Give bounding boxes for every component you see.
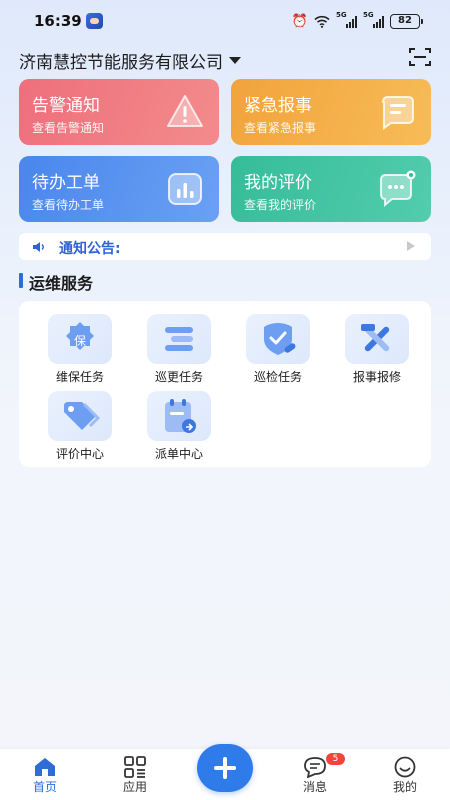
service-label: 巡检任务: [253, 370, 302, 384]
maintenance-icon-text: 保: [74, 334, 86, 348]
company-name: 济南慧控节能服务有限公司: [19, 53, 223, 73]
urgent-report-card[interactable]: 紧急报事 查看紧急报事: [231, 79, 431, 145]
battery-indicator: 82: [390, 13, 423, 29]
nav-label: 首页: [32, 780, 57, 794]
card-subtitle: 查看我的评价: [244, 198, 317, 212]
card-subtitle: 查看告警通知: [32, 121, 105, 135]
app-notification-icon: [86, 13, 103, 29]
service-panel: 保 维保任务 巡更任务 巡检任务 报事报修 评价中心 派单中心: [19, 301, 431, 467]
network-type-label: 5G: [336, 10, 347, 19]
add-button[interactable]: [197, 744, 253, 792]
status-bar: 16:39 ⏰ 5G 5G 82: [0, 0, 450, 40]
message-badge: 5: [326, 753, 345, 765]
todo-workorder-card[interactable]: 待办工单 查看待办工单: [19, 156, 219, 222]
service-label: 报事报修: [352, 370, 401, 384]
scan-icon[interactable]: [408, 46, 432, 68]
card-subtitle: 查看待办工单: [32, 198, 105, 212]
patrol-icon: [165, 327, 193, 351]
notice-bar[interactable]: 通知公告:: [19, 233, 431, 260]
inspection-icon: [264, 323, 296, 355]
apps-icon: [124, 756, 146, 778]
dispatch-icon: [165, 399, 196, 433]
alert-icon: [167, 95, 203, 127]
alarm-notice-card[interactable]: 告警通知 查看告警通知: [19, 79, 219, 145]
service-patrol[interactable]: 巡更任务: [139, 306, 219, 384]
service-label: 派单中心: [154, 447, 203, 461]
signal-icon-1: 5G: [336, 11, 357, 28]
notice-label: 通知公告:: [59, 241, 121, 257]
card-title: 我的评价: [244, 173, 312, 193]
network-type-label: 5G: [363, 10, 374, 19]
card-subtitle: 查看紧急报事: [244, 121, 317, 135]
nav-apps[interactable]: 应用: [105, 749, 165, 800]
maintenance-icon: 保: [66, 322, 94, 350]
card-title: 待办工单: [32, 173, 100, 193]
service-dispatch-center[interactable]: 派单中心: [139, 383, 219, 461]
chart-icon: [168, 173, 202, 205]
section-marker: [19, 273, 23, 288]
signal-icon-2: 5G: [363, 11, 384, 28]
system-icons: ⏰ 5G 5G 82: [291, 11, 423, 30]
card-title: 告警通知: [32, 96, 100, 116]
speaker-icon: [33, 242, 44, 252]
wifi-icon: [314, 15, 330, 28]
company-selector[interactable]: 济南慧控节能服务有限公司: [19, 48, 241, 73]
nav-label: 我的: [392, 780, 417, 794]
alarm-icon: ⏰: [291, 13, 308, 29]
tag-icon: [64, 402, 101, 430]
nav-profile[interactable]: 我的: [375, 749, 435, 800]
nav-label: 消息: [302, 780, 327, 794]
service-rating-center[interactable]: 评价中心: [40, 383, 120, 461]
my-rating-card[interactable]: 我的评价 查看我的评价: [231, 156, 431, 222]
section-title: 运维服务: [29, 274, 94, 293]
clock: 16:39: [34, 12, 82, 30]
service-inspection[interactable]: 巡检任务: [238, 306, 318, 384]
service-repair[interactable]: 报事报修: [337, 306, 417, 384]
caret-down-icon: [229, 57, 241, 64]
service-maintenance[interactable]: 保 维保任务: [40, 306, 120, 384]
header: 济南慧控节能服务有限公司: [0, 44, 450, 74]
nav-label: 应用: [122, 780, 147, 794]
nav-home[interactable]: 首页: [15, 749, 75, 800]
profile-icon: [394, 756, 416, 778]
play-arrow-icon: [407, 241, 415, 251]
report-icon: [381, 96, 414, 130]
repair-icon: [361, 324, 390, 352]
service-label: 评价中心: [55, 447, 104, 461]
chat-icon: [380, 170, 416, 208]
card-title: 紧急报事: [244, 96, 312, 116]
message-icon: [304, 757, 326, 778]
home-icon: [35, 758, 55, 776]
